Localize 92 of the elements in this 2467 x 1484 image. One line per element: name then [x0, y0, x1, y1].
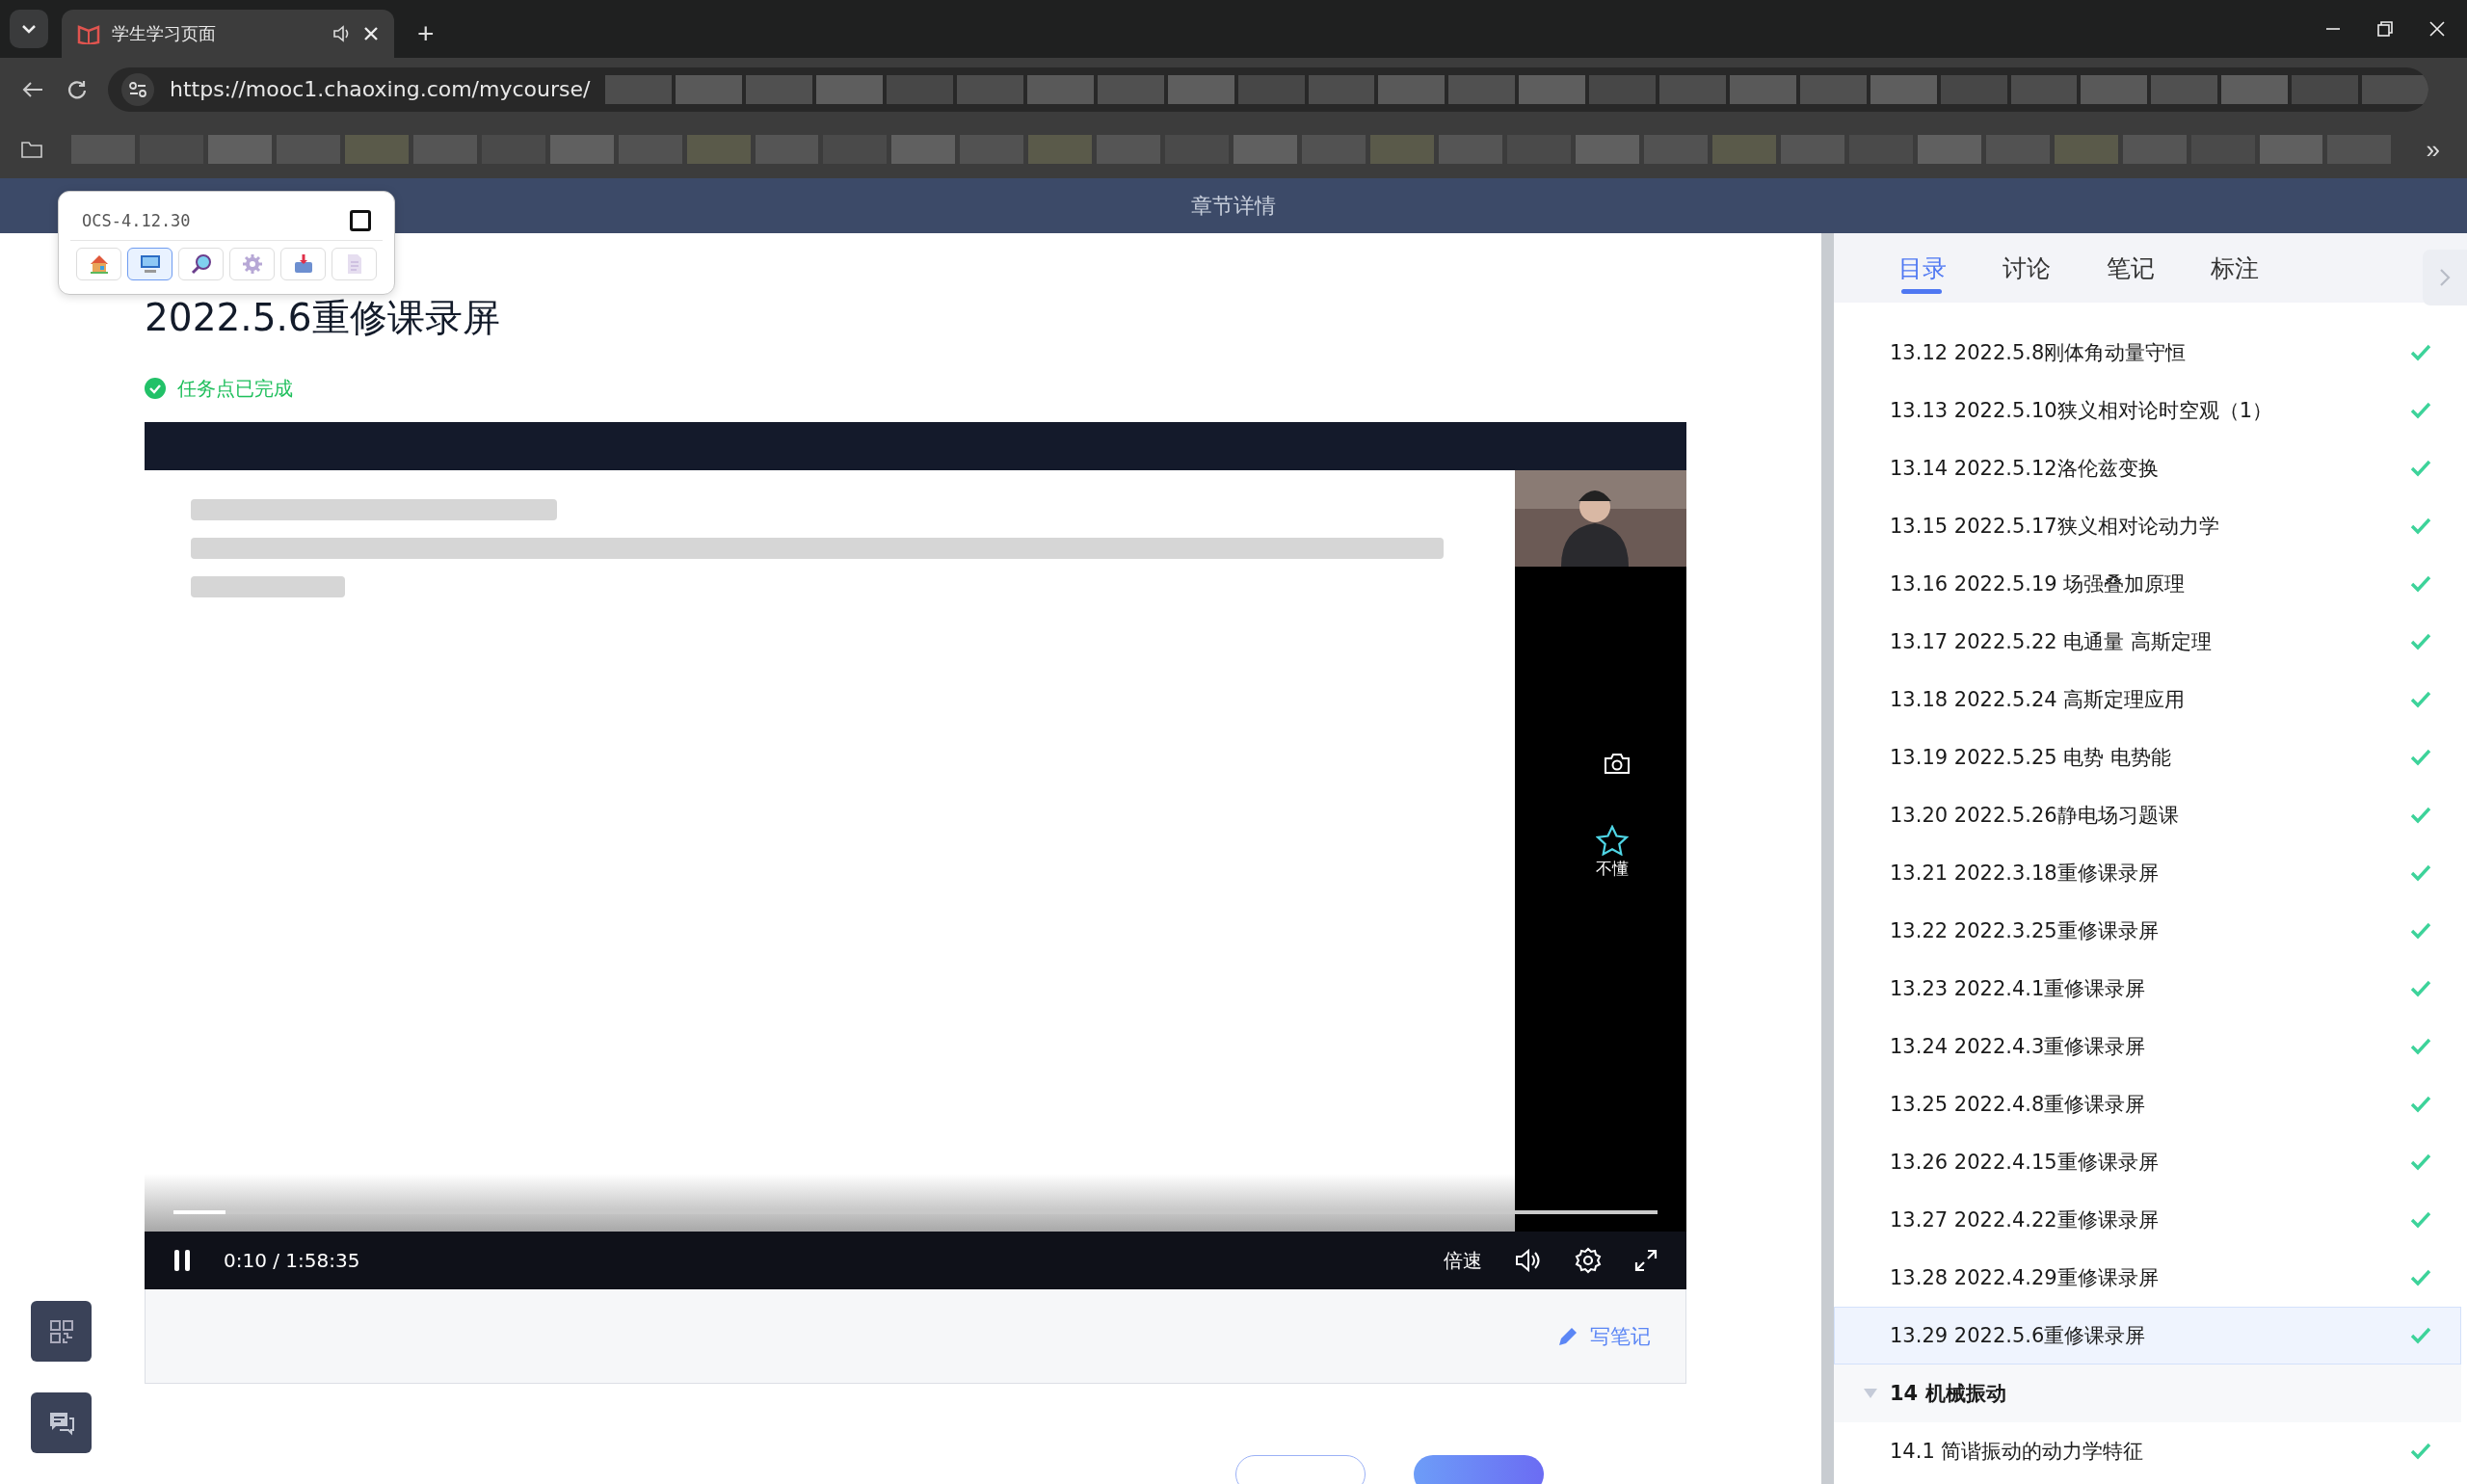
task-status: 任务点已完成	[177, 375, 293, 402]
maximize-button[interactable]	[350, 210, 371, 231]
confused-button[interactable]: 不懂	[1596, 825, 1629, 880]
star-icon	[1596, 825, 1629, 856]
magnifier-icon	[189, 252, 213, 276]
new-tab-button[interactable]: +	[408, 17, 444, 50]
chapter-title: 13.12 2022.5.8刚体角动量守恒	[1890, 340, 2188, 366]
pencil-icon	[1557, 1325, 1578, 1347]
chevron-right-icon	[2439, 268, 2451, 287]
chapter-item[interactable]: 13.20 2022.5.26静电场习题课	[1834, 786, 2461, 844]
close-icon[interactable]	[2428, 20, 2446, 38]
chapter-item[interactable]: 14.1 简谐振动的动力学特征	[1834, 1422, 2461, 1480]
back-icon[interactable]	[21, 79, 44, 99]
chapter-item[interactable]: 13.24 2022.4.3重修课录屏	[1834, 1018, 2461, 1075]
chapter-item[interactable]: 13.19 2022.5.25 电势 电势能	[1834, 729, 2461, 786]
chevron-down-icon	[21, 24, 37, 34]
panel-tab[interactable]: 笔记	[2095, 233, 2199, 303]
pause-button[interactable]	[173, 1249, 191, 1272]
chapter-item[interactable]: 13.14 2022.5.12洛伦兹变换	[1834, 439, 2461, 497]
chapter-item[interactable]: 13.18 2022.5.24 高斯定理应用	[1834, 671, 2461, 729]
chapter-title: 13.20 2022.5.26静电场习题课	[1890, 803, 2180, 829]
chapter-title: 13.16 2022.5.19 场强叠加原理	[1890, 571, 2187, 597]
address-bar[interactable]: https://mooc1.chaoxing.com/mycourse/	[108, 66, 2428, 112]
browser-tab[interactable]: 学生学习页面	[62, 10, 394, 58]
chapter-title: 13.14 2022.5.12洛伦兹变换	[1890, 456, 2160, 482]
chapter-title: 13.28 2022.4.29重修课录屏	[1890, 1265, 2160, 1291]
gear-icon	[240, 252, 264, 276]
chapter-title: 13.15 2022.5.17狭义相对论动力学	[1890, 514, 2220, 540]
lesson-title: 2022.5.6重修课录屏	[145, 295, 501, 341]
chapter-title: 13.18 2022.5.24 高斯定理应用	[1890, 687, 2187, 713]
chapter-item[interactable]: 13.28 2022.4.29重修课录屏	[1834, 1249, 2461, 1307]
chapter-item[interactable]: 13.27 2022.4.22重修课录屏	[1834, 1191, 2461, 1249]
chapter-item[interactable]: 13.25 2022.4.8重修课录屏	[1834, 1075, 2461, 1133]
camera-icon	[1604, 752, 1631, 775]
chapter-section[interactable]: 14 机械振动	[1834, 1365, 2461, 1422]
chapter-title: 13.25 2022.4.8重修课录屏	[1890, 1092, 2147, 1118]
chapter-title: 13.27 2022.4.22重修课录屏	[1890, 1207, 2160, 1233]
expand-icon	[1634, 1249, 1658, 1272]
volume-button[interactable]	[1515, 1249, 1542, 1272]
chapter-title: 13.19 2022.5.25 电势 电势能	[1890, 745, 2173, 771]
chapter-item[interactable]: 13.29 2022.5.6重修课录屏	[1834, 1307, 2461, 1365]
panel-tab[interactable]: 目录	[1887, 233, 1991, 303]
chapter-title: 13.26 2022.4.15重修课录屏	[1890, 1150, 2160, 1176]
chapter-title: 13.21 2022.3.18重修课录屏	[1890, 861, 2160, 887]
chapter-item[interactable]: 13.22 2022.3.25重修课录屏	[1834, 902, 2461, 960]
url-text: https://mooc1.chaoxing.com/mycourse/	[170, 77, 591, 101]
settings-button[interactable]	[1575, 1247, 1602, 1274]
time-display: 0:10 / 1:58:35	[224, 1249, 361, 1272]
next-button[interactable]	[1414, 1455, 1544, 1484]
volume-icon	[1515, 1249, 1542, 1272]
chat-button[interactable]	[31, 1392, 92, 1453]
chapter-item[interactable]: 13.21 2022.3.18重修课录屏	[1834, 844, 2461, 902]
resize-handle[interactable]	[1821, 233, 1834, 1484]
speed-button[interactable]: 倍速	[1444, 1247, 1482, 1274]
chapter-title: 13.17 2022.5.22 电通量 高斯定理	[1890, 629, 2214, 655]
tool-button[interactable]	[127, 248, 172, 280]
chapter-title: 14.1 简谐振动的动力学特征	[1890, 1439, 2145, 1465]
panel-tab[interactable]: 讨论	[1991, 233, 2095, 303]
chapter-title: 13.22 2022.3.25重修课录屏	[1890, 918, 2160, 944]
tab-list-button[interactable]	[10, 10, 48, 48]
pause-icon	[173, 1249, 191, 1272]
fullscreen-button[interactable]	[1634, 1249, 1658, 1272]
chat-icon	[47, 1410, 75, 1436]
chapter-item[interactable]: 13.15 2022.5.17狭义相对论动力学	[1834, 497, 2461, 555]
panel-title: OCS-4.12.30	[82, 211, 191, 230]
restore-icon[interactable]	[2376, 20, 2394, 38]
folder-icon[interactable]	[21, 141, 42, 158]
screenshot-button[interactable]	[1604, 752, 1631, 775]
section-title: 14 机械振动	[1890, 1381, 2006, 1407]
tab-title: 学生学习页面	[112, 22, 217, 45]
chapter-item[interactable]: 13.17 2022.5.22 电通量 高斯定理	[1834, 613, 2461, 671]
page-title: 章节详情	[1191, 192, 1276, 220]
chapter-item[interactable]: 13.13 2022.5.10狭义相对论时空观（1）	[1834, 382, 2461, 439]
sliders-icon	[128, 80, 147, 98]
qr-code-button[interactable]	[31, 1301, 92, 1362]
close-icon[interactable]	[363, 26, 379, 41]
reload-icon[interactable]	[66, 78, 87, 100]
chapter-item[interactable]: 13.23 2022.4.1重修课录屏	[1834, 960, 2461, 1018]
panel-tab[interactable]: 标注	[2199, 233, 2303, 303]
chapter-title: 13.24 2022.4.3重修课录屏	[1890, 1034, 2147, 1060]
chapter-title: 13.29 2022.5.6重修课录屏	[1890, 1323, 2147, 1349]
chapter-title: 13.23 2022.4.1重修课录屏	[1890, 976, 2147, 1002]
settings-icon	[1575, 1247, 1602, 1274]
more-bookmarks-button[interactable]: »	[2420, 133, 2446, 166]
qr-code-icon	[48, 1318, 74, 1344]
chapter-item[interactable]: 13.26 2022.4.15重修课录屏	[1834, 1133, 2461, 1191]
book-icon	[77, 23, 100, 44]
monitor-icon	[138, 252, 162, 276]
check-circle-icon	[145, 378, 166, 399]
chapter-title: 13.13 2022.5.10狭义相对论时空观（1）	[1890, 398, 2274, 424]
chapter-item[interactable]: 13.12 2022.5.8刚体角动量守恒	[1834, 324, 2461, 382]
chapter-item[interactable]: 13.16 2022.5.19 场强叠加原理	[1834, 555, 2461, 613]
